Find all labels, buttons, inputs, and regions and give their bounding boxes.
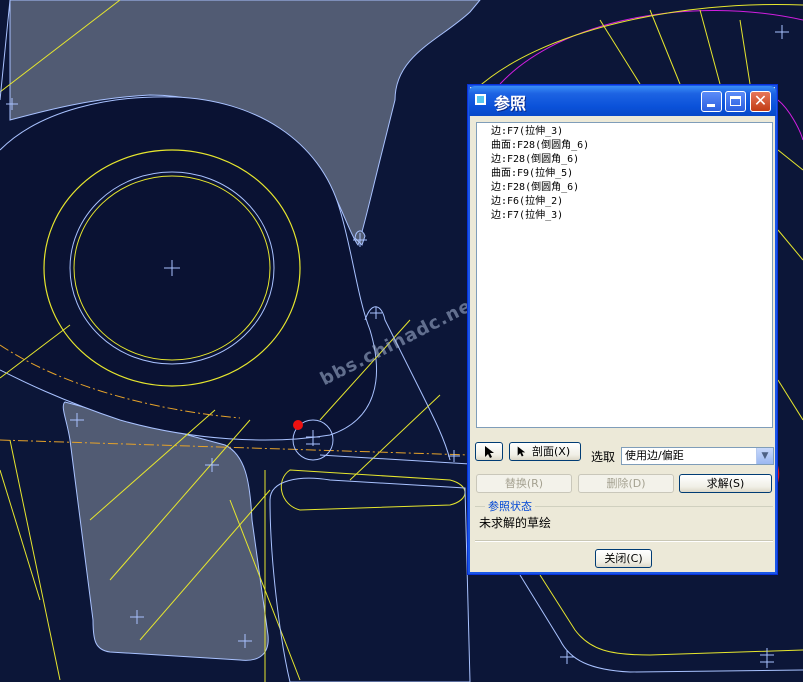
delete-button[interactable]: 删除(D) [578,474,674,493]
references-list[interactable]: 边:F7(拉伸_3) 曲面:F28(倒圆角_6) 边:F28(倒圆角_6) 曲面… [476,122,773,428]
status-text: 未求解的草绘 [479,516,552,530]
select-cursor-button[interactable] [475,442,503,461]
references-dialog: 参照 ✕ 边:F7(拉伸_3) 曲面:F28(倒圆角_6) 边:F28(倒圆角_… [467,84,778,575]
select-mode-dropdown[interactable]: 使用边/偏距 ▼ [621,447,774,465]
section-button[interactable]: 剖面(X) [509,442,581,461]
footer-divider [475,540,773,542]
list-item[interactable]: 边:F6(拉伸_2) [491,195,772,209]
list-item[interactable]: 边:F28(倒圆角_6) [491,153,772,167]
chevron-down-icon[interactable]: ▼ [756,448,773,464]
minimize-icon [707,104,715,107]
select-label: 选取 [591,450,616,464]
solve-button[interactable]: 求解(S) [679,474,772,493]
close-icon: ✕ [753,91,768,110]
maximize-button[interactable] [725,91,746,112]
status-group-title: 参照状态 [485,498,535,514]
dialog-title: 参照 [494,94,527,113]
list-item[interactable]: 曲面:F28(倒圆角_6) [491,139,772,153]
arrow-cursor-icon [485,446,494,458]
select-mode-value: 使用边/偏距 [625,449,684,462]
list-item[interactable]: 边:F7(拉伸_3) [491,125,772,139]
dialog-titlebar[interactable]: 参照 ✕ [469,86,776,116]
list-item[interactable]: 边:F28(倒圆角_6) [491,181,772,195]
minimize-button[interactable] [701,91,722,112]
section-button-label: 剖面(X) [532,445,571,458]
close-window-button[interactable]: ✕ [750,91,771,112]
replace-button[interactable]: 替换(R) [476,474,572,493]
list-item[interactable]: 曲面:F9(拉伸_5) [491,167,772,181]
arrow-cursor-icon [517,446,526,457]
window-icon [475,94,486,105]
close-button[interactable]: 关闭(C) [595,549,652,568]
maximize-icon [730,96,741,106]
list-item[interactable]: 边:F7(拉伸_3) [491,209,772,223]
